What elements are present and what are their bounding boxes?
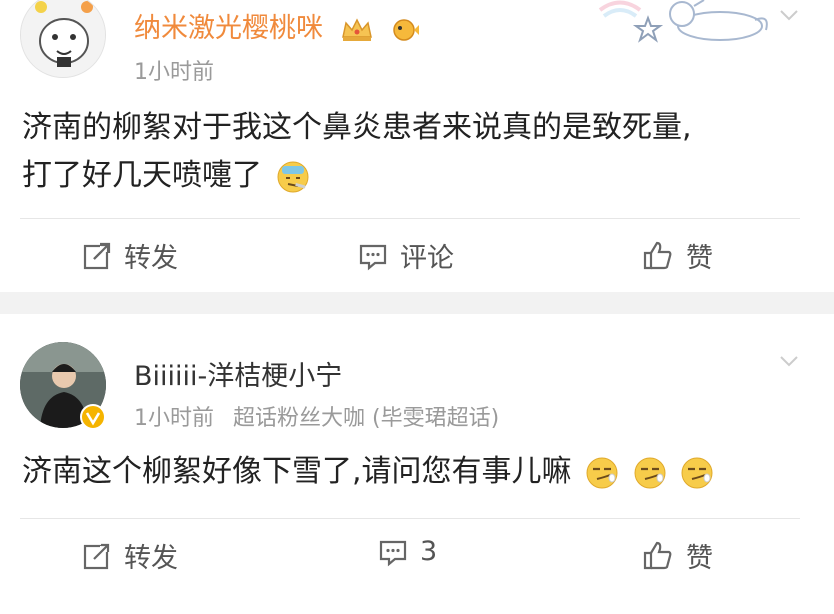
repost-icon (83, 543, 110, 569)
post-card-1: 纳米激光樱桃咪 1小时前 济南的柳絮对于我这个鼻炎患者来说真的是致死量, 打了好… (0, 0, 834, 292)
comment-icon (359, 244, 387, 270)
content-line: 济南这个柳絮好像下雪了,请问您有事儿嘛 (22, 454, 572, 489)
username[interactable]: Biiiiii-洋桔梗小宁 (134, 354, 342, 393)
post-content: 济南这个柳絮好像下雪了,请问您有事儿嘛 (22, 448, 714, 496)
pufferfish-badge-icon[interactable] (390, 17, 420, 43)
divider (20, 518, 800, 519)
chevron-down-icon[interactable] (778, 350, 800, 372)
like-button[interactable]: 赞 (642, 236, 713, 275)
star-icon (632, 15, 664, 43)
thumbs-up-icon (643, 541, 672, 569)
content-line: 打了好几天喷嚏了 (22, 158, 262, 193)
crown-badge-icon[interactable] (340, 17, 374, 43)
comment-label: 评论 (400, 243, 454, 274)
like-button[interactable]: 赞 (642, 536, 713, 575)
fan-tag[interactable]: 超话粉丝大咖 (毕雯珺超话) (233, 406, 499, 431)
comment-button[interactable]: 评论 (358, 236, 454, 275)
repost-label: 转发 (124, 543, 178, 574)
username-text[interactable]: 纳米激光樱桃咪 (134, 13, 323, 44)
content-line: 济南的柳絮对于我这个鼻炎患者来说真的是致死量, (22, 110, 692, 145)
smirk-emoji-icon (681, 457, 713, 488)
divider (20, 218, 800, 219)
comment-button[interactable]: 3 (378, 536, 437, 567)
chevron-down-icon[interactable] (778, 4, 800, 26)
content-line-wrap: 打了好几天喷嚏了 (22, 152, 692, 200)
post-meta: 1小时前 超话粉丝大咖 (毕雯珺超话) (134, 400, 499, 432)
comment-icon (379, 540, 407, 566)
post-time: 1小时前 (134, 406, 214, 431)
smirk-emoji-icon (586, 457, 618, 488)
verified-badge-icon (80, 404, 106, 430)
repost-button[interactable]: 转发 (82, 536, 178, 575)
repost-label: 转发 (124, 243, 178, 274)
like-label: 赞 (686, 543, 713, 574)
username[interactable]: 纳米激光樱桃咪 (134, 6, 420, 45)
post-card-2: Biiiiii-洋桔梗小宁 1小时前 超话粉丝大咖 (毕雯珺超话) 济南这个柳絮… (0, 314, 834, 614)
repost-button[interactable]: 转发 (82, 236, 178, 275)
comment-count: 3 (420, 536, 438, 567)
repost-icon (83, 242, 111, 269)
username-text[interactable]: Biiiiii-洋桔梗小宁 (134, 361, 342, 392)
post-content: 济南的柳絮对于我这个鼻炎患者来说真的是致死量, 打了好几天喷嚏了 (22, 104, 692, 200)
sick-face-emoji-icon (277, 161, 309, 192)
smirk-emoji-icon (634, 457, 666, 488)
post-meta: 1小时前 (134, 54, 214, 86)
unicorn-decoration-icon (598, 0, 768, 43)
thumbs-up-icon (643, 241, 672, 269)
post-time: 1小时前 (134, 60, 214, 85)
like-label: 赞 (686, 243, 713, 274)
avatar[interactable] (20, 0, 106, 78)
